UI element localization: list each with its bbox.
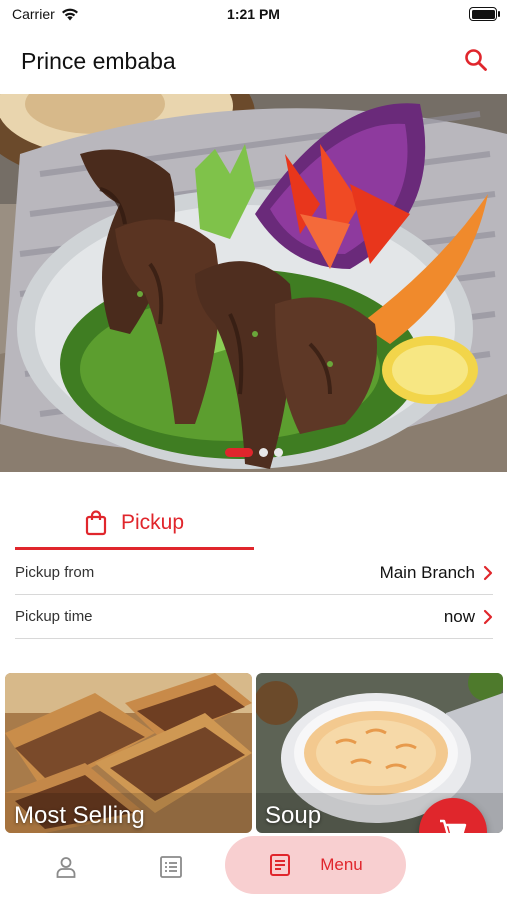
pickup-from-label: Pickup from xyxy=(15,564,95,581)
pickup-from-row[interactable]: Pickup from Main Branch xyxy=(15,551,493,595)
carousel-pagination xyxy=(0,448,507,457)
tab-pickup-label: Pickup xyxy=(120,510,185,534)
status-time: 1:21 PM xyxy=(227,6,280,22)
carousel-dot-3[interactable] xyxy=(273,448,283,457)
bottom-navigation: Menu xyxy=(0,833,507,900)
carousel-dot-1[interactable] xyxy=(224,448,253,457)
list-icon xyxy=(160,855,182,878)
tab-pickup[interactable]: Pickup xyxy=(15,498,254,550)
category-label: Most Selling xyxy=(14,802,145,829)
page-title: Prince embaba xyxy=(21,48,176,74)
nav-account[interactable] xyxy=(35,833,97,900)
person-icon xyxy=(56,856,76,878)
search-icon xyxy=(465,49,487,71)
nav-orders[interactable] xyxy=(140,833,202,900)
pickup-time-row[interactable]: Pickup time now xyxy=(15,595,493,639)
category-label: Soup xyxy=(265,802,322,829)
app-header: Prince embaba xyxy=(0,32,507,94)
search-button[interactable] xyxy=(462,46,490,74)
pickup-from-value: Main Branch xyxy=(379,562,475,582)
chevron-right-icon xyxy=(483,565,493,580)
nav-menu[interactable]: Menu xyxy=(225,836,406,894)
shopping-bag-icon xyxy=(85,509,107,535)
hero-carousel[interactable] xyxy=(0,94,507,472)
grilled-lamb-chops-photo xyxy=(0,94,507,472)
pickup-time-value: now xyxy=(443,606,475,626)
category-card-most-selling[interactable]: Most Selling xyxy=(5,673,252,833)
battery-icon xyxy=(469,7,500,21)
status-bar: Carrier 1:21 PM xyxy=(0,0,507,32)
nav-menu-label: Menu xyxy=(320,855,363,874)
pickup-time-label: Pickup time xyxy=(15,608,93,625)
menu-doc-icon xyxy=(270,854,291,876)
carousel-dot-2[interactable] xyxy=(258,448,268,457)
chevron-right-icon xyxy=(483,609,493,624)
